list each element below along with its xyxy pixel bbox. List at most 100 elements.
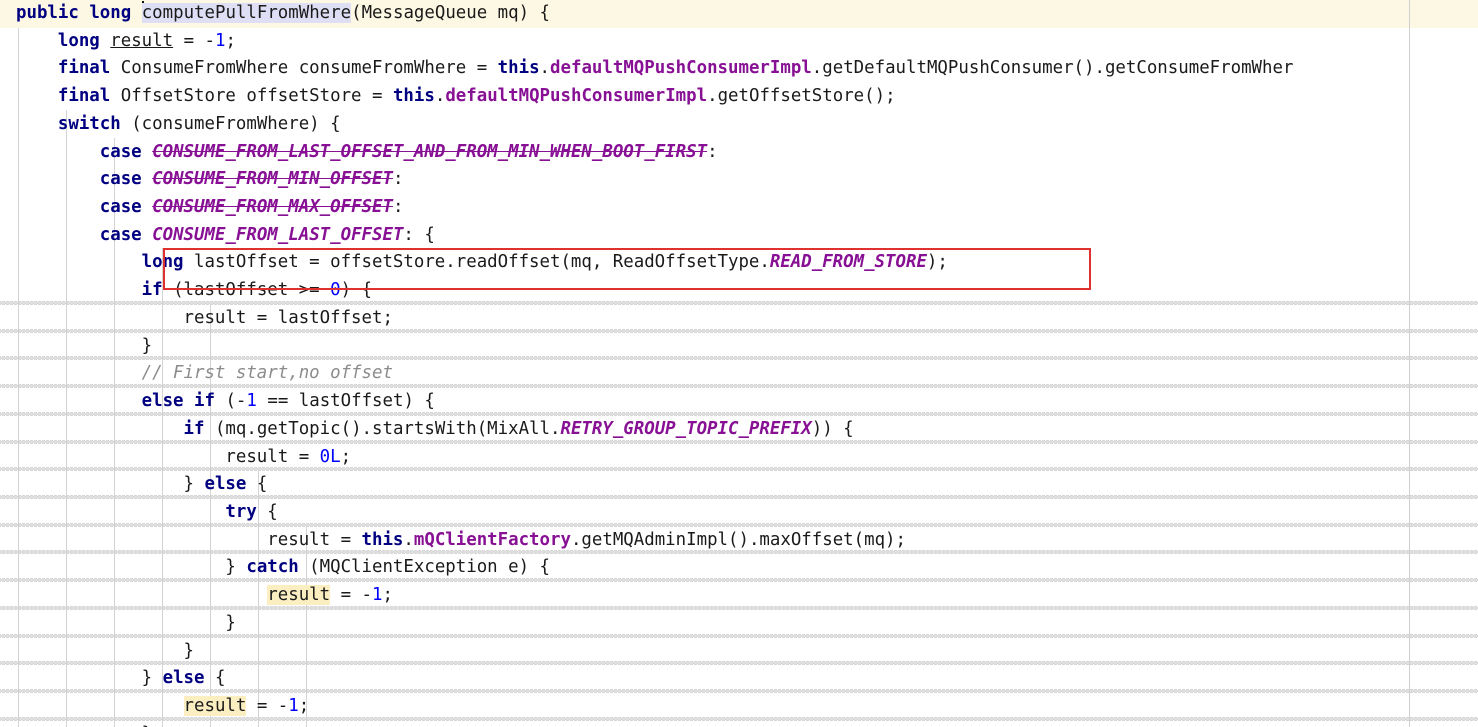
code-line[interactable]: result = -1; (0, 693, 1478, 721)
code-token: = - (173, 30, 215, 51)
code-token: .getMQAdminImpl().maxOffset(mq); (570, 529, 906, 550)
code-token: )) { (811, 418, 854, 439)
code-token: case (99, 197, 142, 218)
code-line[interactable]: long lastOffset = offsetStore.readOffset… (0, 249, 1478, 277)
code-token: 1 (372, 585, 383, 606)
code-token: (lastOffset >= (162, 280, 331, 301)
code-token: { (256, 501, 278, 522)
code-line[interactable]: final OffsetStore offsetStore = this.def… (0, 83, 1478, 111)
code-token: result = (16, 446, 320, 467)
code-token: if (141, 280, 163, 301)
code-token: final (57, 58, 111, 79)
code-token: long (57, 30, 100, 51)
code-line[interactable]: } else { (0, 471, 1478, 499)
code-token: 1 (288, 695, 299, 716)
code-line[interactable]: result = lastOffset; (0, 305, 1478, 333)
code-content[interactable]: public long computePullFromWhere(Message… (0, 0, 1478, 727)
code-token: lastOffset = offsetStore.readOffset(mq, … (183, 252, 770, 273)
code-token: this (361, 529, 404, 550)
code-line[interactable]: case CONSUME_FROM_MIN_OFFSET: (0, 166, 1478, 194)
code-line[interactable]: public long computePullFromWhere(Message… (0, 0, 1478, 28)
code-line[interactable]: result = -1; (0, 582, 1478, 610)
code-token: else (141, 391, 184, 412)
code-token: ); (926, 252, 948, 273)
code-token: final (57, 86, 111, 107)
code-token: this (497, 58, 540, 79)
code-token: CONSUME_FROM_LAST_OFFSET_AND_FROM_MIN_WH… (152, 141, 708, 162)
code-token: result = (16, 529, 362, 550)
code-token: result (267, 585, 331, 606)
code-line[interactable]: } (0, 638, 1478, 666)
code-token: } (16, 474, 205, 495)
code-token: // First start,no offset (141, 363, 393, 384)
code-token: else (204, 474, 247, 495)
code-token: CONSUME_FROM_MAX_OFFSET (152, 197, 393, 218)
code-token: 0L (319, 446, 341, 467)
code-token: if (183, 418, 205, 439)
code-token: 0 (330, 280, 341, 301)
code-line[interactable]: case CONSUME_FROM_LAST_OFFSET: { (0, 222, 1478, 250)
code-token: (consumeFromWhere) { (120, 113, 341, 134)
code-token: result = lastOffset; (16, 307, 393, 328)
code-line[interactable]: try { (0, 499, 1478, 527)
code-line[interactable]: else if (-1 == lastOffset) { (0, 388, 1478, 416)
code-token: { (204, 668, 226, 689)
code-token: this (392, 86, 435, 107)
code-token: result (183, 695, 247, 716)
code-token: OffsetStore offsetStore = (110, 86, 393, 107)
code-line[interactable]: case CONSUME_FROM_MAX_OFFSET: (0, 194, 1478, 222)
code-line[interactable]: if (mq.getTopic().startsWith(MixAll.RETR… (0, 416, 1478, 444)
code-token: switch (57, 113, 121, 134)
code-line[interactable]: result = this.mQClientFactory.getMQAdmin… (0, 527, 1478, 555)
code-token: : (392, 197, 404, 218)
code-line[interactable]: } (0, 610, 1478, 638)
code-token: public (16, 3, 79, 23)
code-editor[interactable]: public long computePullFromWhere(Message… (0, 0, 1478, 727)
code-token: ; (340, 446, 352, 467)
code-token: ConsumeFromWhere consumeFromWhere = (110, 58, 498, 79)
code-token: : (392, 169, 404, 190)
code-line[interactable]: final ConsumeFromWhere consumeFromWhere … (0, 55, 1478, 83)
code-line[interactable]: } (0, 333, 1478, 361)
code-line[interactable]: // First start,no offset (0, 360, 1478, 389)
code-token: == lastOffset) { (256, 391, 435, 412)
code-line[interactable]: } catch (MQClientException e) { (0, 554, 1478, 583)
code-line[interactable]: } (0, 721, 1478, 727)
code-token: . (403, 529, 414, 550)
code-token: = - (246, 695, 289, 716)
code-line[interactable]: switch (consumeFromWhere) { (0, 111, 1478, 139)
code-token: } (16, 640, 194, 661)
code-token: } (16, 335, 153, 356)
code-token: } (16, 557, 247, 578)
code-token: { (246, 474, 268, 495)
code-token: (- (214, 391, 247, 412)
code-line[interactable]: long result = -1; (0, 28, 1478, 56)
code-token: ; (225, 30, 236, 51)
code-token: try (225, 501, 257, 522)
code-line[interactable]: result = 0L; (0, 444, 1478, 472)
code-token: case (99, 169, 142, 190)
code-token: ) { (340, 280, 373, 301)
code-line[interactable]: case CONSUME_FROM_LAST_OFFSET_AND_FROM_M… (0, 139, 1478, 167)
code-token: mQClientFactory (413, 529, 571, 550)
code-token: READ_FROM_STORE (769, 252, 927, 273)
code-line[interactable]: } else { (0, 665, 1478, 693)
code-token: long (89, 3, 132, 23)
code-line[interactable]: if (lastOffset >= 0) { (0, 277, 1478, 305)
